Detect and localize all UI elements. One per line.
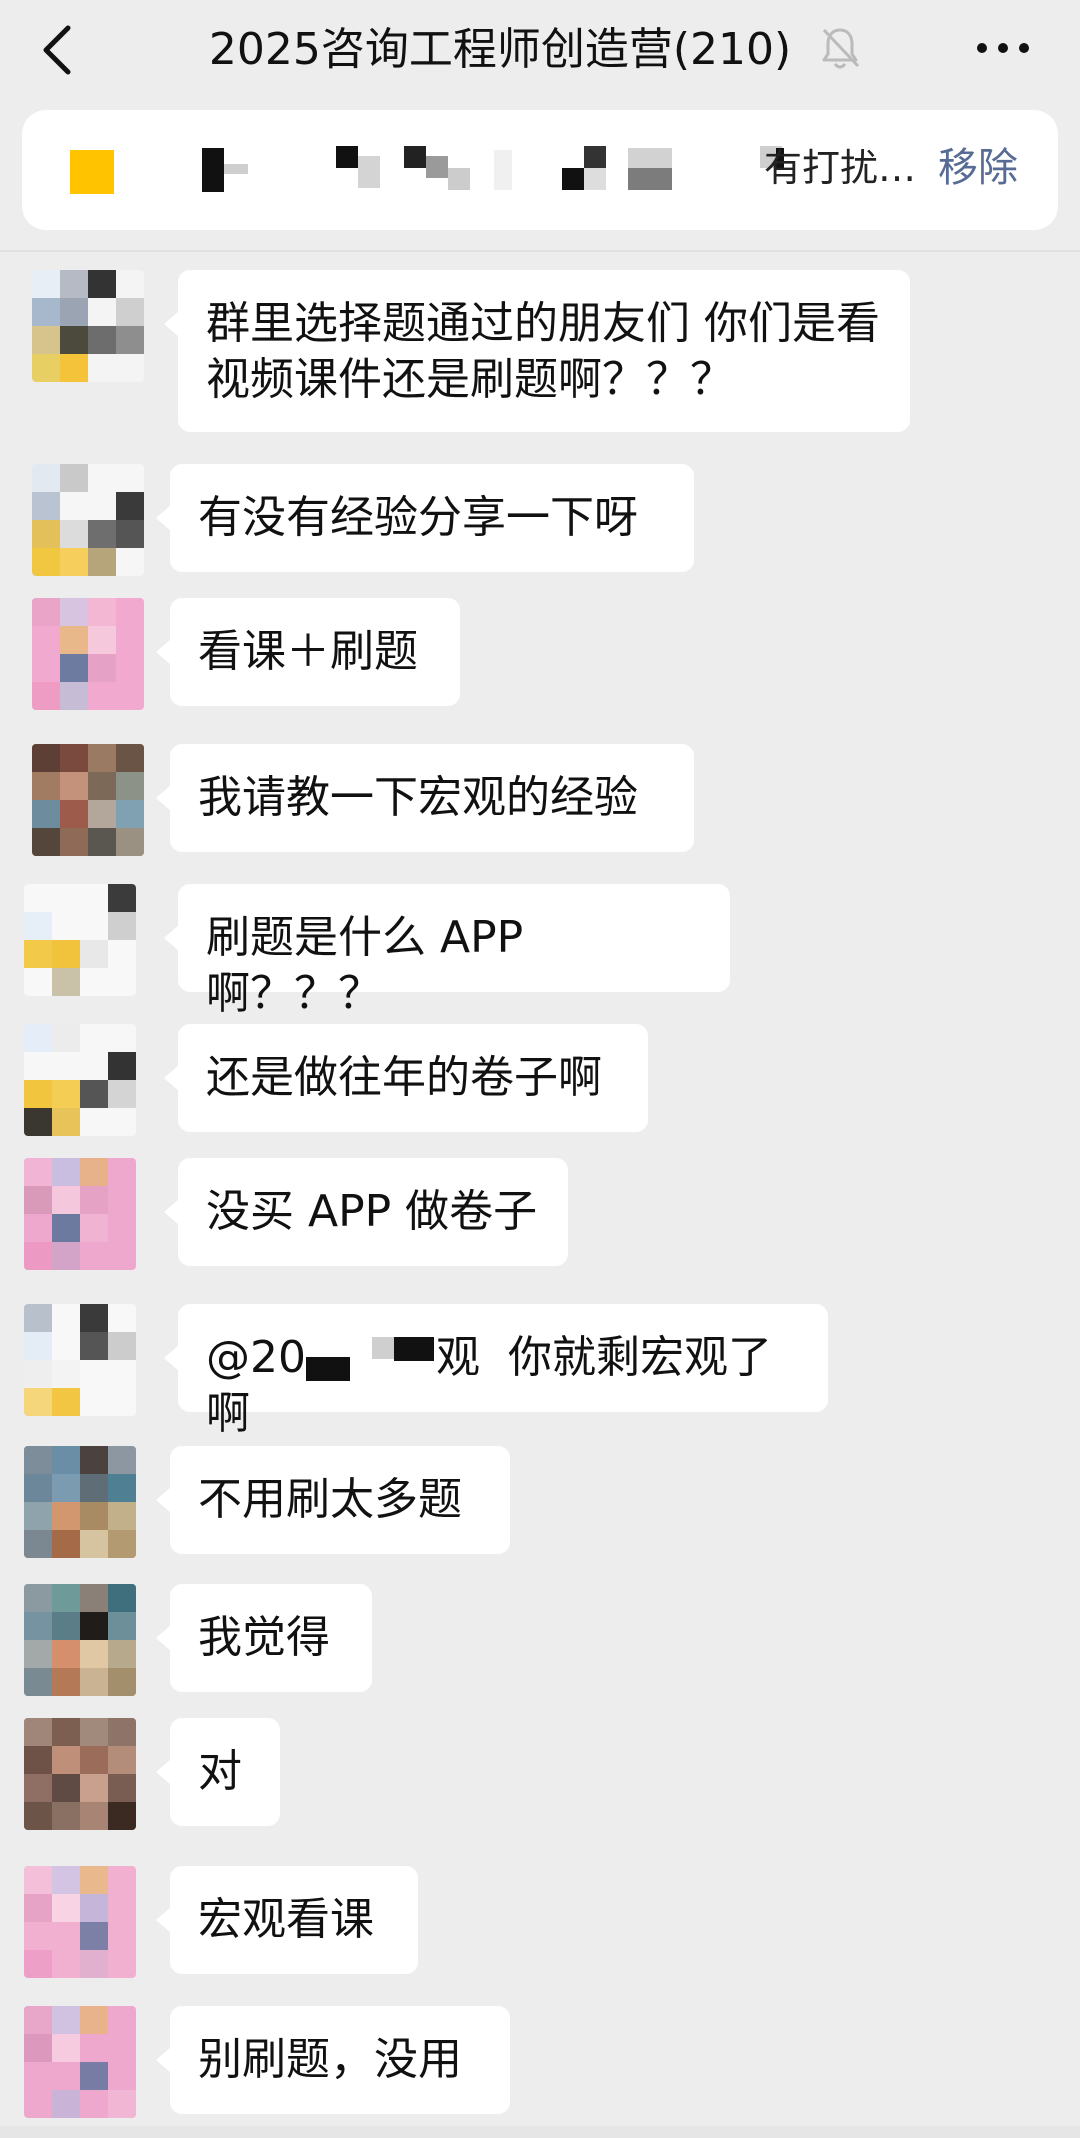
avatar[interactable]: [32, 744, 144, 856]
remove-notice-button[interactable]: 移除: [938, 140, 1018, 196]
message-bubble[interactable]: 宏观看课: [156, 1866, 418, 1974]
message-bubble[interactable]: @20 观 你就剩宏观了啊: [164, 1304, 828, 1439]
avatar[interactable]: [24, 1158, 136, 1270]
avatar[interactable]: [24, 1304, 136, 1416]
chat-title: 2025咨询工程师创造营(210): [208, 24, 792, 75]
notice-text: 有打扰…: [764, 146, 917, 190]
avatar[interactable]: [32, 270, 144, 382]
more-options-button[interactable]: [968, 18, 1038, 78]
avatar[interactable]: [24, 1446, 136, 1558]
mention-prefix[interactable]: @20: [206, 1332, 306, 1383]
message-bubble[interactable]: 我请教一下宏观的经验: [156, 744, 694, 852]
pixelated-mention: [306, 1337, 436, 1383]
avatar[interactable]: [24, 1024, 136, 1136]
message-bubble[interactable]: 没买 APP 做卷子: [164, 1158, 568, 1266]
avatar[interactable]: [24, 884, 136, 996]
bell-off-icon: [822, 28, 860, 69]
divider: [0, 250, 1080, 252]
avatar[interactable]: [32, 464, 144, 576]
message-bubble[interactable]: 有没有经验分享一下呀: [156, 464, 694, 572]
message-bubble[interactable]: 还是做往年的卷子啊: [164, 1024, 648, 1132]
avatar[interactable]: [24, 2006, 136, 2118]
message-bubble[interactable]: 看课＋刷题: [156, 598, 460, 706]
message-bubble[interactable]: 不用刷太多题: [156, 1446, 510, 1554]
pixelated-notice-text: [202, 146, 784, 192]
group-notice-banner[interactable]: 有打扰… 移除: [22, 110, 1058, 230]
message-bubble[interactable]: 我觉得: [156, 1584, 372, 1692]
avatar[interactable]: [32, 598, 144, 710]
notice-color-square: [70, 150, 114, 194]
back-button[interactable]: [22, 14, 94, 86]
message-bubble[interactable]: 对: [156, 1718, 280, 1826]
top-navigation-bar: 2025咨询工程师创造营(210): [0, 0, 1080, 108]
avatar[interactable]: [24, 1584, 136, 1696]
chevron-left-icon: [43, 25, 71, 75]
avatar[interactable]: [24, 1718, 136, 1830]
avatar[interactable]: [24, 1866, 136, 1978]
message-bubble[interactable]: 别刷题，没用: [156, 2006, 510, 2114]
message-bubble[interactable]: 刷题是什么 APP 啊？？？: [164, 884, 730, 1019]
bottom-edge: [0, 2126, 1080, 2138]
ellipsis-icon: [977, 43, 1029, 53]
message-bubble[interactable]: 群里选择题通过的朋友们 你们是看 视频课件还是刷题啊？？？: [164, 270, 910, 432]
